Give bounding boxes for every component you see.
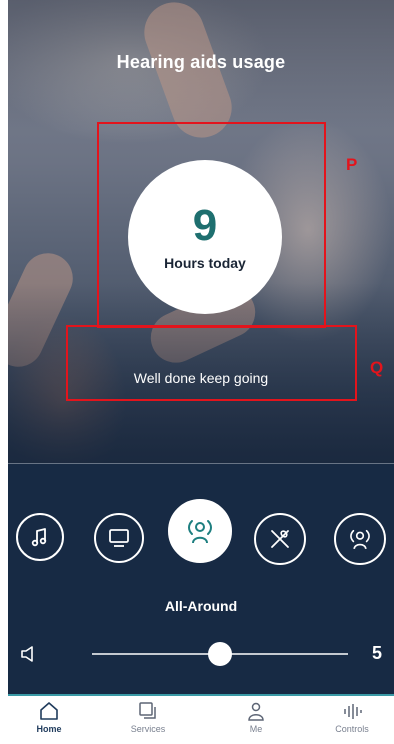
program-restaurant-button[interactable] — [254, 513, 306, 565]
person-sound-icon — [188, 520, 212, 544]
panel-divider — [8, 463, 394, 464]
home-icon — [40, 702, 58, 720]
volume-icon — [21, 646, 33, 662]
nav-me-label: Me — [249, 724, 263, 734]
volume-slider-thumb[interactable] — [208, 642, 232, 666]
services-icon — [139, 702, 156, 719]
equalizer-icon — [344, 704, 362, 719]
nav-controls-label: Controls — [335, 724, 369, 734]
nav-me[interactable]: Me — [216, 700, 296, 734]
program-speech-button[interactable] — [334, 513, 386, 565]
annotation-label-q: Q — [370, 358, 384, 377]
page-title: Hearing aids usage — [116, 52, 286, 72]
person-sound-icon — [350, 529, 370, 550]
selected-program-label: All-Around — [164, 598, 238, 614]
nav-home[interactable]: Home — [9, 700, 89, 734]
program-controls-panel: All-Around 5 — [8, 463, 394, 694]
nav-controls[interactable]: Controls — [312, 700, 392, 734]
nav-services-label: Services — [130, 724, 166, 734]
bottom-nav: Home Services Me Controls — [8, 694, 394, 744]
app-screen: Hearing aids usage 9 Hours today Well do… — [8, 0, 394, 744]
program-all-around-button[interactable] — [168, 499, 232, 563]
annotation-label-p: P — [346, 155, 358, 174]
volume-slider[interactable] — [92, 642, 348, 666]
program-tv-button[interactable] — [94, 513, 144, 563]
music-note-icon — [31, 528, 47, 547]
volume-value: 5 — [371, 643, 382, 663]
nav-services[interactable]: Services — [108, 700, 188, 734]
tv-icon — [109, 529, 129, 547]
annotation-box-p — [97, 122, 326, 328]
nav-home-label: Home — [36, 724, 62, 734]
cutlery-icon — [271, 530, 289, 548]
annotation-box-q — [66, 325, 357, 401]
program-music-button[interactable] — [16, 513, 64, 561]
person-icon — [248, 702, 264, 721]
